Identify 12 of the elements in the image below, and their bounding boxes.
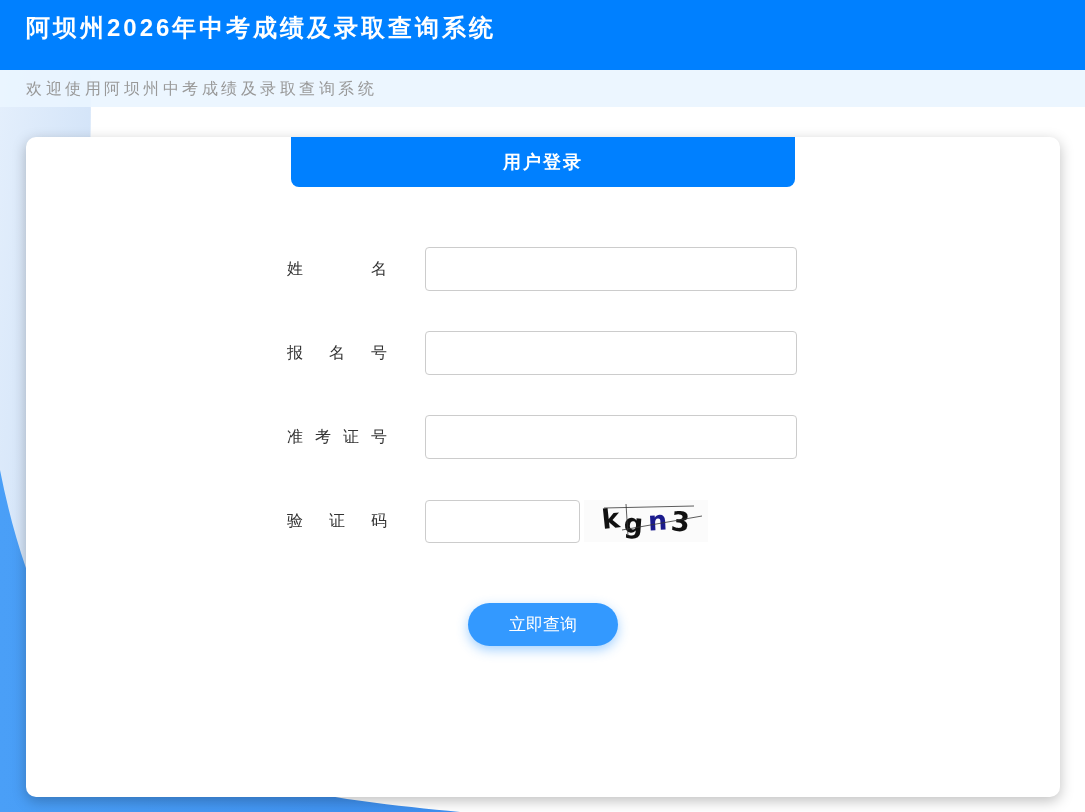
field-label: 验 证 码	[287, 511, 387, 531]
site-title: 阿坝州2026年中考成绩及录取查询系统	[26, 13, 497, 43]
login-title-bar: 用户登录	[291, 137, 795, 187]
input-field[interactable]	[425, 415, 797, 459]
captcha-image[interactable]: kgn3	[584, 500, 708, 542]
field-label: 报 名 号	[287, 343, 387, 363]
input-field[interactable]	[425, 247, 797, 291]
field-label: 准 考 证 号	[287, 427, 387, 447]
welcome-text: 欢迎使用阿坝州中考成绩及录取查询系统	[26, 78, 377, 99]
field-label: 姓 名	[287, 259, 387, 279]
captcha-input[interactable]	[425, 499, 580, 543]
input-field[interactable]	[425, 331, 797, 375]
